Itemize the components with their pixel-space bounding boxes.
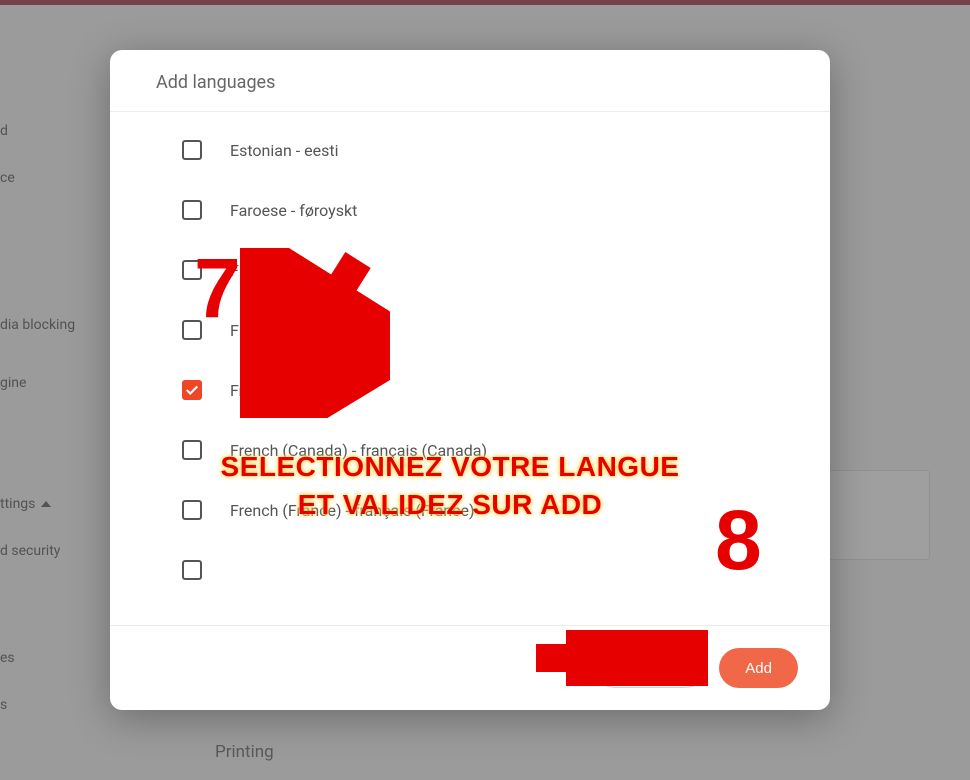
language-label: French - français [230, 381, 348, 400]
language-option-estonian[interactable]: Estonian - eesti [156, 120, 800, 180]
checkbox-icon[interactable] [182, 560, 202, 580]
language-label: Filipino [230, 261, 281, 280]
add-languages-dialog: Add languages Estonian - eesti Faroese -… [110, 50, 830, 710]
dialog-title: Add languages [156, 72, 784, 93]
checkbox-icon[interactable] [182, 320, 202, 340]
language-option-finnish[interactable]: Finnish - suomi [156, 300, 800, 360]
cancel-button[interactable] [595, 648, 705, 688]
language-option-french[interactable]: French - français [156, 360, 800, 420]
checkbox-icon[interactable] [182, 260, 202, 280]
checkbox-icon[interactable] [182, 440, 202, 460]
language-label: French (France) - français (France) [230, 501, 475, 520]
language-label: Faroese - føroyskt [230, 201, 357, 220]
checkbox-icon[interactable] [182, 500, 202, 520]
language-label: Finnish - suomi [230, 321, 338, 340]
checkbox-icon[interactable] [182, 140, 202, 160]
language-list[interactable]: Estonian - eesti Faroese - føroyskt Fili… [110, 112, 830, 625]
language-label: Estonian - eesti [230, 141, 339, 160]
language-option-faroese[interactable]: Faroese - føroyskt [156, 180, 800, 240]
checkbox-checked-icon[interactable] [182, 380, 202, 400]
dialog-header: Add languages [110, 50, 830, 112]
language-option-french-canada[interactable]: French (Canada) - français (Canada) [156, 420, 800, 480]
dialog-footer: Add [110, 625, 830, 710]
language-option-filipino[interactable]: Filipino [156, 240, 800, 300]
add-button[interactable]: Add [719, 648, 798, 688]
language-label: French (Canada) - français (Canada) [230, 441, 487, 460]
checkbox-icon[interactable] [182, 200, 202, 220]
language-option-french-france[interactable]: French (France) - français (France) [156, 480, 800, 540]
language-option-partial[interactable] [156, 540, 800, 580]
